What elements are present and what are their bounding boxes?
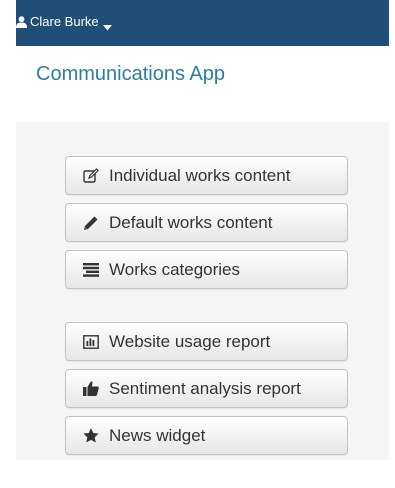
menu-panel: Individual works content Default works c…: [16, 122, 389, 460]
button-label: Works categories: [109, 259, 241, 279]
star-icon: [82, 428, 99, 444]
app-header: Communications App: [16, 46, 389, 122]
user-menu-toggle[interactable]: Clare Burke: [16, 14, 112, 30]
list-icon: [82, 262, 99, 278]
reports-menu-group: Website usage report Sentiment analysis …: [65, 322, 348, 463]
app-title: Communications App: [36, 63, 225, 85]
website-usage-report-button[interactable]: Website usage report: [65, 322, 348, 361]
top-navbar: Clare Burke: [16, 0, 389, 46]
button-label: News widget: [109, 425, 206, 445]
pencil-icon: [82, 215, 99, 231]
button-label: Default works content: [109, 212, 273, 232]
sentiment-analysis-report-button[interactable]: Sentiment analysis report: [65, 369, 348, 408]
edit-icon: [82, 167, 99, 184]
caret-down-icon: [102, 19, 112, 30]
user-icon: [16, 15, 27, 28]
individual-works-content-button[interactable]: Individual works content: [65, 156, 348, 195]
content-menu-group: Individual works content Default works c…: [65, 156, 348, 297]
news-widget-button[interactable]: News widget: [65, 416, 348, 455]
button-label: Sentiment analysis report: [109, 378, 301, 398]
thumbs-up-icon: [82, 381, 99, 397]
works-categories-button[interactable]: Works categories: [65, 250, 348, 289]
button-label: Website usage report: [109, 331, 271, 351]
user-name: Clare Burke: [30, 14, 99, 29]
bar-chart-icon: [82, 334, 99, 350]
button-label: Individual works content: [109, 165, 291, 185]
default-works-content-button[interactable]: Default works content: [65, 203, 348, 242]
